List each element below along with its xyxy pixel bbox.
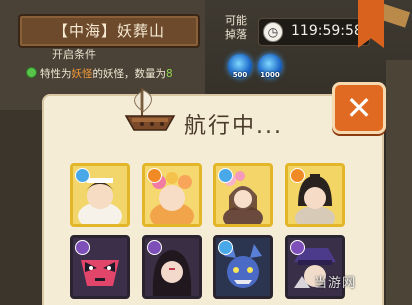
watermark-logo-icon: [294, 276, 310, 288]
close-button[interactable]: ✕: [332, 82, 386, 134]
hero-card[interactable]: [142, 163, 202, 227]
condition-highlight: 妖怪: [71, 68, 93, 80]
condition-prefix: 特性为: [40, 68, 72, 80]
game-screen: 【中海】妖葬山 开启条件 特性为妖怪的妖怪，数量为8 可能掉落 ◷ 119:59…: [0, 0, 412, 305]
watermark: 当游网: [292, 272, 356, 291]
condition-count: 8: [166, 68, 173, 80]
close-x-icon: ✕: [345, 89, 373, 127]
hero-card[interactable]: [142, 235, 202, 299]
condition-bullet-icon: [26, 67, 37, 78]
fire-element-icon: [290, 168, 305, 183]
fire-element-icon: [147, 168, 162, 183]
dark-element-icon: [75, 240, 90, 255]
timer-value: 119:59:58: [291, 23, 363, 39]
water-element-icon: [218, 168, 233, 183]
left-frame-strip: [0, 110, 44, 305]
water-element-icon: [75, 168, 90, 183]
hero-card[interactable]: [70, 163, 130, 227]
dark-element-icon: [147, 240, 162, 255]
watermark-text: 当游网: [314, 276, 357, 291]
hero-card[interactable]: [70, 235, 130, 299]
clock-icon: ◷: [263, 22, 283, 42]
dark-element-icon: [290, 240, 305, 255]
hero-card[interactable]: [213, 163, 273, 227]
condition-middle: 的妖怪，数量为: [92, 68, 167, 80]
hero-card[interactable]: [213, 235, 273, 299]
sailing-status: 航行中...: [184, 114, 283, 139]
ship-icon: [124, 88, 176, 131]
stage-title: 【中海】妖葬山: [18, 14, 200, 48]
hero-card[interactable]: [285, 163, 345, 227]
drop-amount-2: 1000: [260, 71, 280, 79]
condition-line: 特性为妖怪的妖怪，数量为8: [26, 66, 173, 81]
drop-amount-1: 500: [232, 71, 248, 79]
drop-label: 可能掉落: [225, 14, 247, 41]
countdown-timer: ◷ 119:59:58: [258, 18, 370, 46]
open-condition-label: 开启条件: [52, 48, 96, 61]
right-frame-strip: [386, 60, 412, 305]
water-element-icon: [218, 240, 233, 255]
